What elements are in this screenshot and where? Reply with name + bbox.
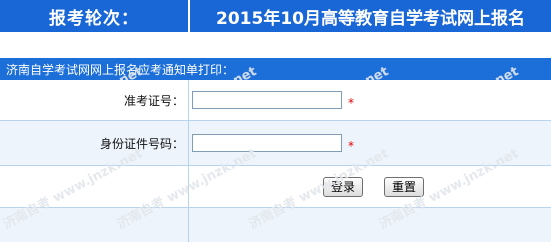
- exam-round-value: 2015年10月高等教育自学考试网上报名: [216, 8, 525, 29]
- id-card-field-cell: *: [189, 121, 551, 165]
- column-divider: [188, 208, 189, 242]
- exam-id-row: 准考证号： *: [0, 80, 551, 121]
- header-bar: 报考轮次： 2015年10月高等教育自学考试网上报名: [0, 0, 551, 32]
- login-button[interactable]: 登录: [323, 176, 364, 197]
- reset-button[interactable]: 重置: [384, 176, 425, 197]
- exam-round-label: 报考轮次：: [49, 8, 139, 29]
- exam-id-field-cell: *: [189, 80, 551, 120]
- required-mark: *: [348, 139, 354, 153]
- button-row: 登录 重置: [0, 166, 551, 208]
- spacer: [0, 32, 551, 58]
- empty-row: [0, 208, 551, 242]
- required-mark: *: [348, 96, 354, 110]
- id-card-row: 身份证件号码： *: [0, 121, 551, 166]
- button-group: 登录 重置: [189, 166, 551, 207]
- section-title: 济南自学考试网网上报名应考通知单打印：: [0, 58, 551, 80]
- id-card-input[interactable]: [192, 134, 342, 152]
- exam-id-label: 准考证号：: [123, 93, 184, 108]
- exam-id-input[interactable]: [192, 91, 342, 109]
- id-card-label: 身份证件号码：: [99, 136, 184, 151]
